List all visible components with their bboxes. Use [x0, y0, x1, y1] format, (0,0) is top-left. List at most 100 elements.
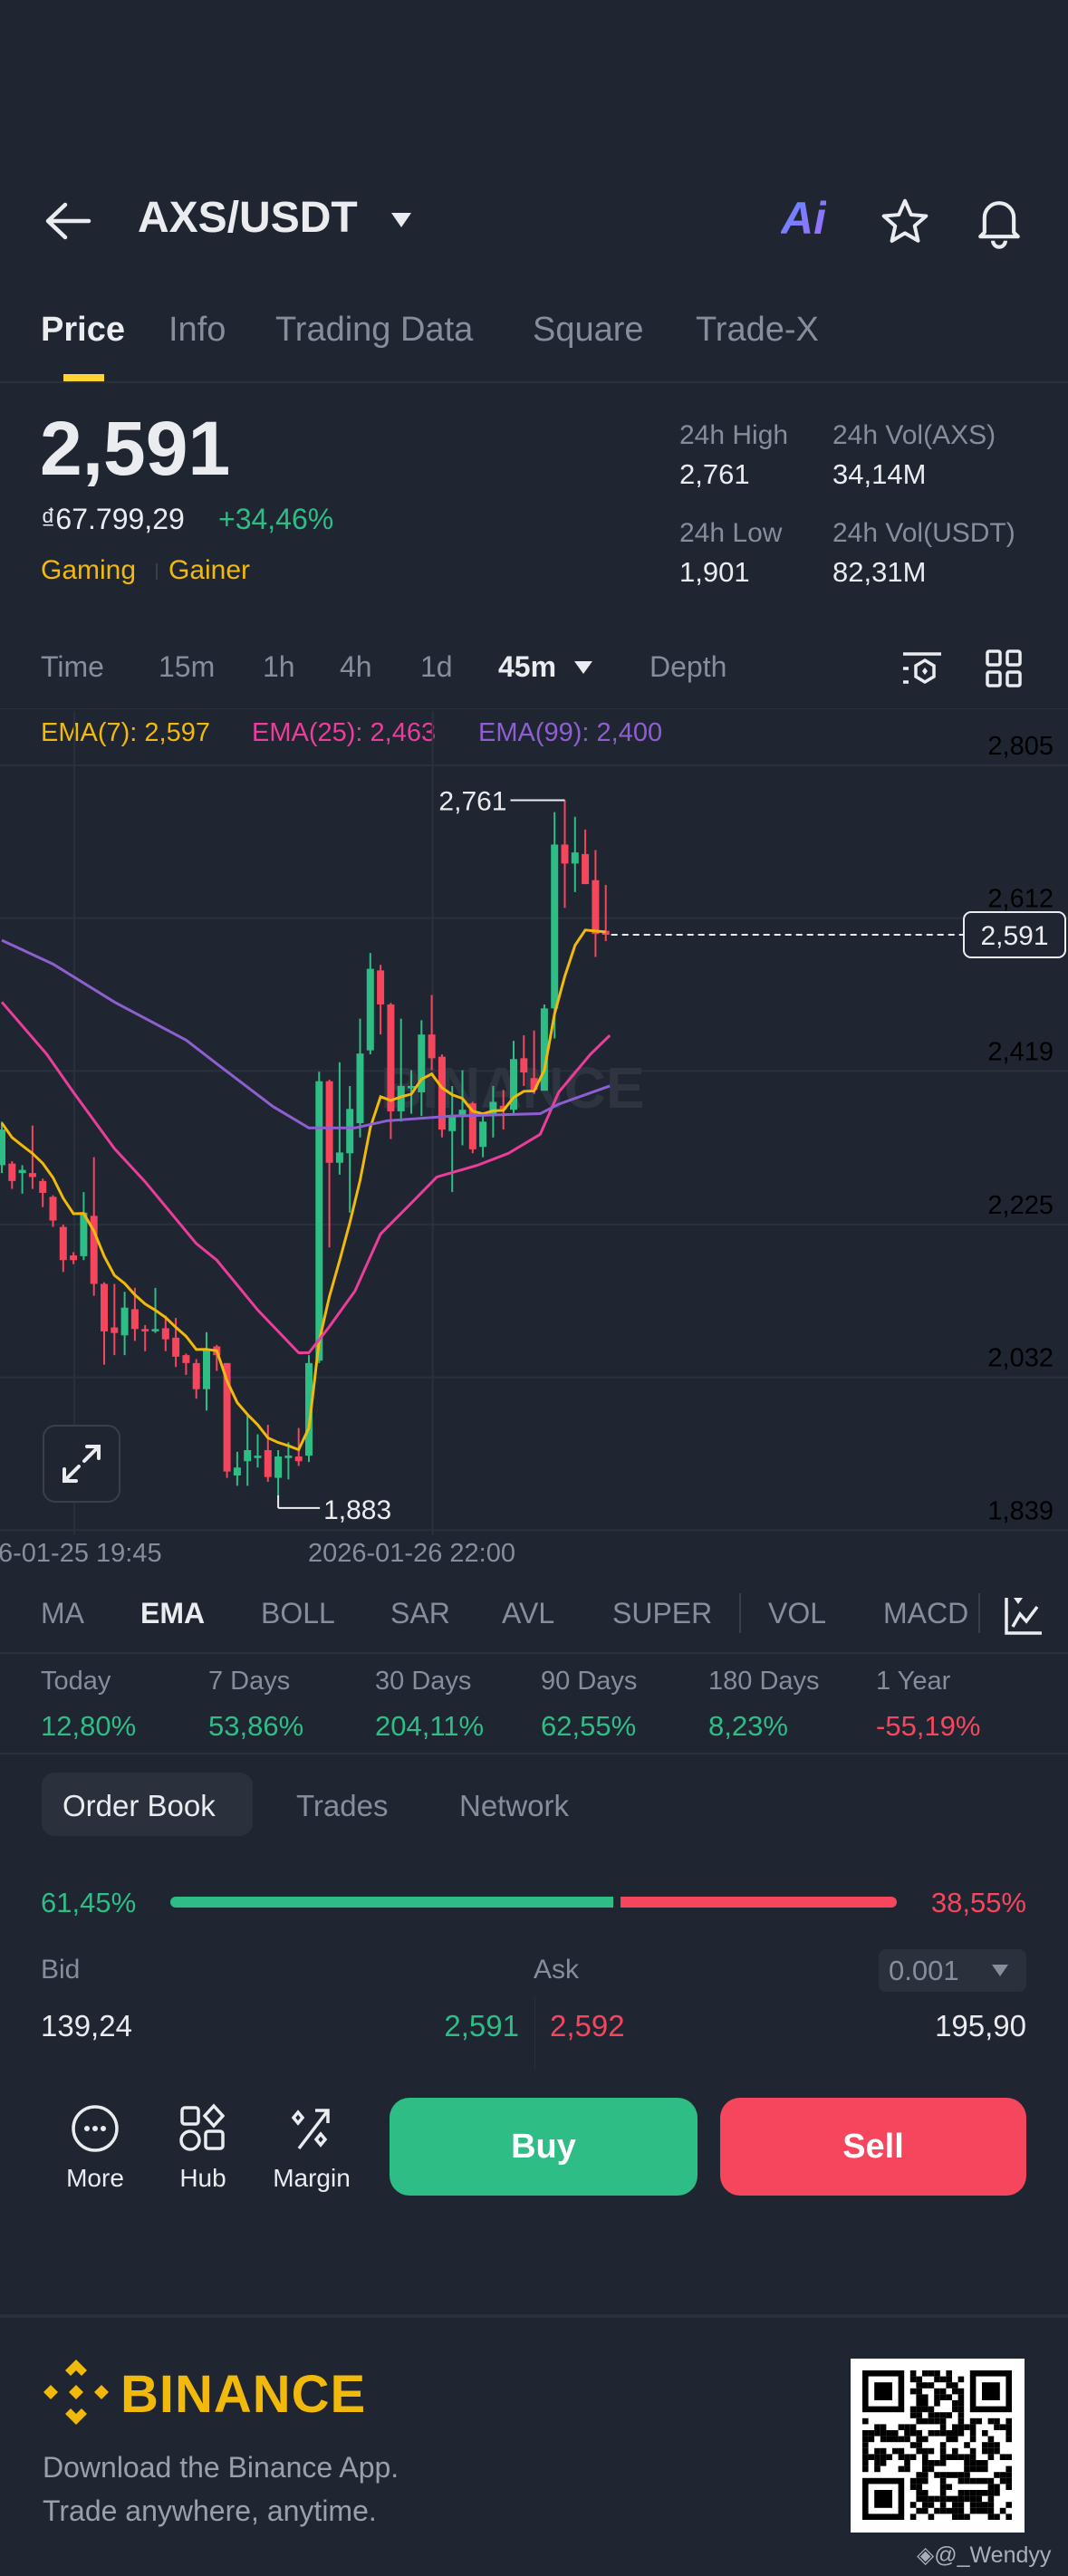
precision-dropdown[interactable]: 0.001	[879, 1949, 1026, 1992]
candle-body	[315, 1081, 323, 1361]
y-axis-tick: 2,225	[987, 1191, 1054, 1220]
qr-code[interactable]	[851, 2359, 1025, 2533]
divider	[0, 2314, 1068, 2318]
indicator-chart-icon[interactable]	[1004, 1596, 1044, 1636]
candle-body	[561, 844, 569, 864]
indicator-separator	[739, 1593, 741, 1633]
x-axis-label: 2026-01-26 22:00	[308, 1539, 515, 1568]
sell-button[interactable]: Sell	[720, 2098, 1026, 2196]
candle-body	[182, 1355, 190, 1363]
indicator-ema[interactable]: EMA	[140, 1597, 205, 1630]
candle-body	[18, 1169, 26, 1174]
indicator-sar[interactable]: SAR	[390, 1597, 450, 1630]
buy-button[interactable]: Buy	[390, 2098, 698, 2196]
footer-line1: Download the Binance App.	[43, 2451, 399, 2484]
margin-button[interactable]: Margin	[262, 2103, 361, 2193]
hub-icon	[179, 2103, 226, 2151]
current-price-label: 2,591	[980, 921, 1048, 951]
period-value: 204,11%	[375, 1710, 485, 1742]
interval-caret-icon[interactable]	[573, 660, 593, 675]
more-button[interactable]: More	[45, 2103, 145, 2193]
credit-diamond-icon: ◈	[917, 2542, 935, 2568]
indicator-vol[interactable]: VOL	[768, 1597, 826, 1630]
y-axis-tick: 2,805	[987, 732, 1054, 761]
candlestick-chart[interactable]: 2,8052,6122,4192,2252,0321,839 BINANCE 2…	[0, 711, 1068, 1535]
period-label: 180 Days	[708, 1667, 820, 1696]
bid-quantity[interactable]: 139,24	[41, 2009, 132, 2043]
indicator-ma[interactable]: MA	[41, 1597, 84, 1630]
candle-body	[366, 968, 374, 1051]
indicator-macd[interactable]: MACD	[883, 1597, 968, 1630]
candle-body	[101, 1283, 108, 1331]
candle-body	[8, 1163, 16, 1181]
tab-trade-x[interactable]: Trade-X	[696, 311, 819, 350]
interval-4h[interactable]: 4h	[340, 650, 372, 684]
divider	[0, 381, 1068, 383]
fullscreen-button[interactable]	[43, 1425, 120, 1503]
candle-body	[203, 1349, 210, 1389]
interval-45m[interactable]: 45m	[498, 650, 556, 684]
interval-depth[interactable]: Depth	[649, 650, 726, 684]
pair-title[interactable]: AXS/USDT	[138, 193, 358, 243]
stat-vol-quote-label: 24h Vol(USDT)	[832, 518, 1015, 548]
expand-icon	[63, 1445, 101, 1483]
candle-body	[571, 852, 579, 864]
candle-body	[294, 1456, 303, 1462]
candle-body	[28, 1173, 36, 1177]
candle-body	[172, 1337, 180, 1357]
ask-percentage: 38,55%	[930, 1887, 1026, 1918]
interval-time[interactable]: Time	[41, 650, 104, 684]
interval-15m[interactable]: 15m	[159, 650, 215, 684]
period-label: 1 Year	[876, 1667, 951, 1696]
candle-body	[489, 1101, 497, 1116]
ask-price[interactable]: 2,592	[550, 2009, 625, 2043]
star-icon[interactable]	[879, 197, 931, 247]
tag-gaming[interactable]: Gaming	[41, 555, 136, 586]
period-value: -55,19%	[876, 1710, 981, 1742]
bell-icon[interactable]	[974, 195, 1025, 249]
caret-down-icon[interactable]	[390, 211, 413, 229]
y-axis-tick: 2,612	[987, 885, 1054, 914]
bid-ratio-fill	[170, 1897, 613, 1908]
hub-button[interactable]: Hub	[153, 2103, 253, 2193]
interval-1d[interactable]: 1d	[420, 650, 453, 684]
tab-square[interactable]: Square	[533, 311, 644, 350]
back-arrow-icon[interactable]	[43, 201, 92, 241]
margin-icon	[291, 2109, 330, 2150]
indicator-boll[interactable]: BOLL	[261, 1597, 335, 1630]
layout-grid-icon[interactable]	[986, 649, 1022, 687]
tab-price[interactable]: Price	[41, 311, 125, 350]
binance-logo-icon	[43, 2360, 109, 2425]
candle-body	[520, 1058, 528, 1073]
more-label: More	[66, 2164, 124, 2192]
indicator-super[interactable]: SUPER	[612, 1597, 712, 1630]
tab-trades[interactable]: Trades	[296, 1789, 388, 1823]
period-value: 8,23%	[708, 1710, 788, 1742]
tab-order-book[interactable]: Order Book	[63, 1789, 216, 1823]
watermark-credit: ◈@_Wendyy	[917, 2542, 1051, 2569]
tab-info[interactable]: Info	[168, 311, 226, 350]
stat-vol-quote-value: 82,31M	[832, 556, 927, 588]
ask-quantity[interactable]: 195,90	[935, 2009, 1026, 2043]
candle-body	[377, 970, 385, 1004]
hub-label: Hub	[179, 2164, 226, 2192]
chart-settings-icon[interactable]	[901, 651, 941, 687]
candle-body	[448, 1115, 457, 1131]
more-icon	[72, 2105, 119, 2152]
tag-gainer[interactable]: Gainer	[168, 555, 250, 586]
candle-body	[0, 1129, 5, 1166]
bid-price[interactable]: 2,591	[444, 2009, 519, 2043]
ai-icon[interactable]: Ai	[781, 192, 826, 245]
binance-brand: BINANCE	[120, 2365, 367, 2424]
period-label: 90 Days	[541, 1667, 638, 1696]
candle-body	[479, 1121, 487, 1148]
tab-network[interactable]: Network	[459, 1789, 569, 1823]
stat-low-value: 1,901	[679, 556, 750, 588]
divider	[0, 1652, 1068, 1654]
y-axis-tick: 1,839	[987, 1496, 1054, 1525]
dropdown-caret-icon	[992, 1965, 1008, 1976]
credit-text: @_Wendyy	[934, 2542, 1052, 2568]
tab-trading-data[interactable]: Trading Data	[275, 311, 473, 350]
interval-1h[interactable]: 1h	[263, 650, 295, 684]
indicator-avl[interactable]: AVL	[502, 1597, 554, 1630]
